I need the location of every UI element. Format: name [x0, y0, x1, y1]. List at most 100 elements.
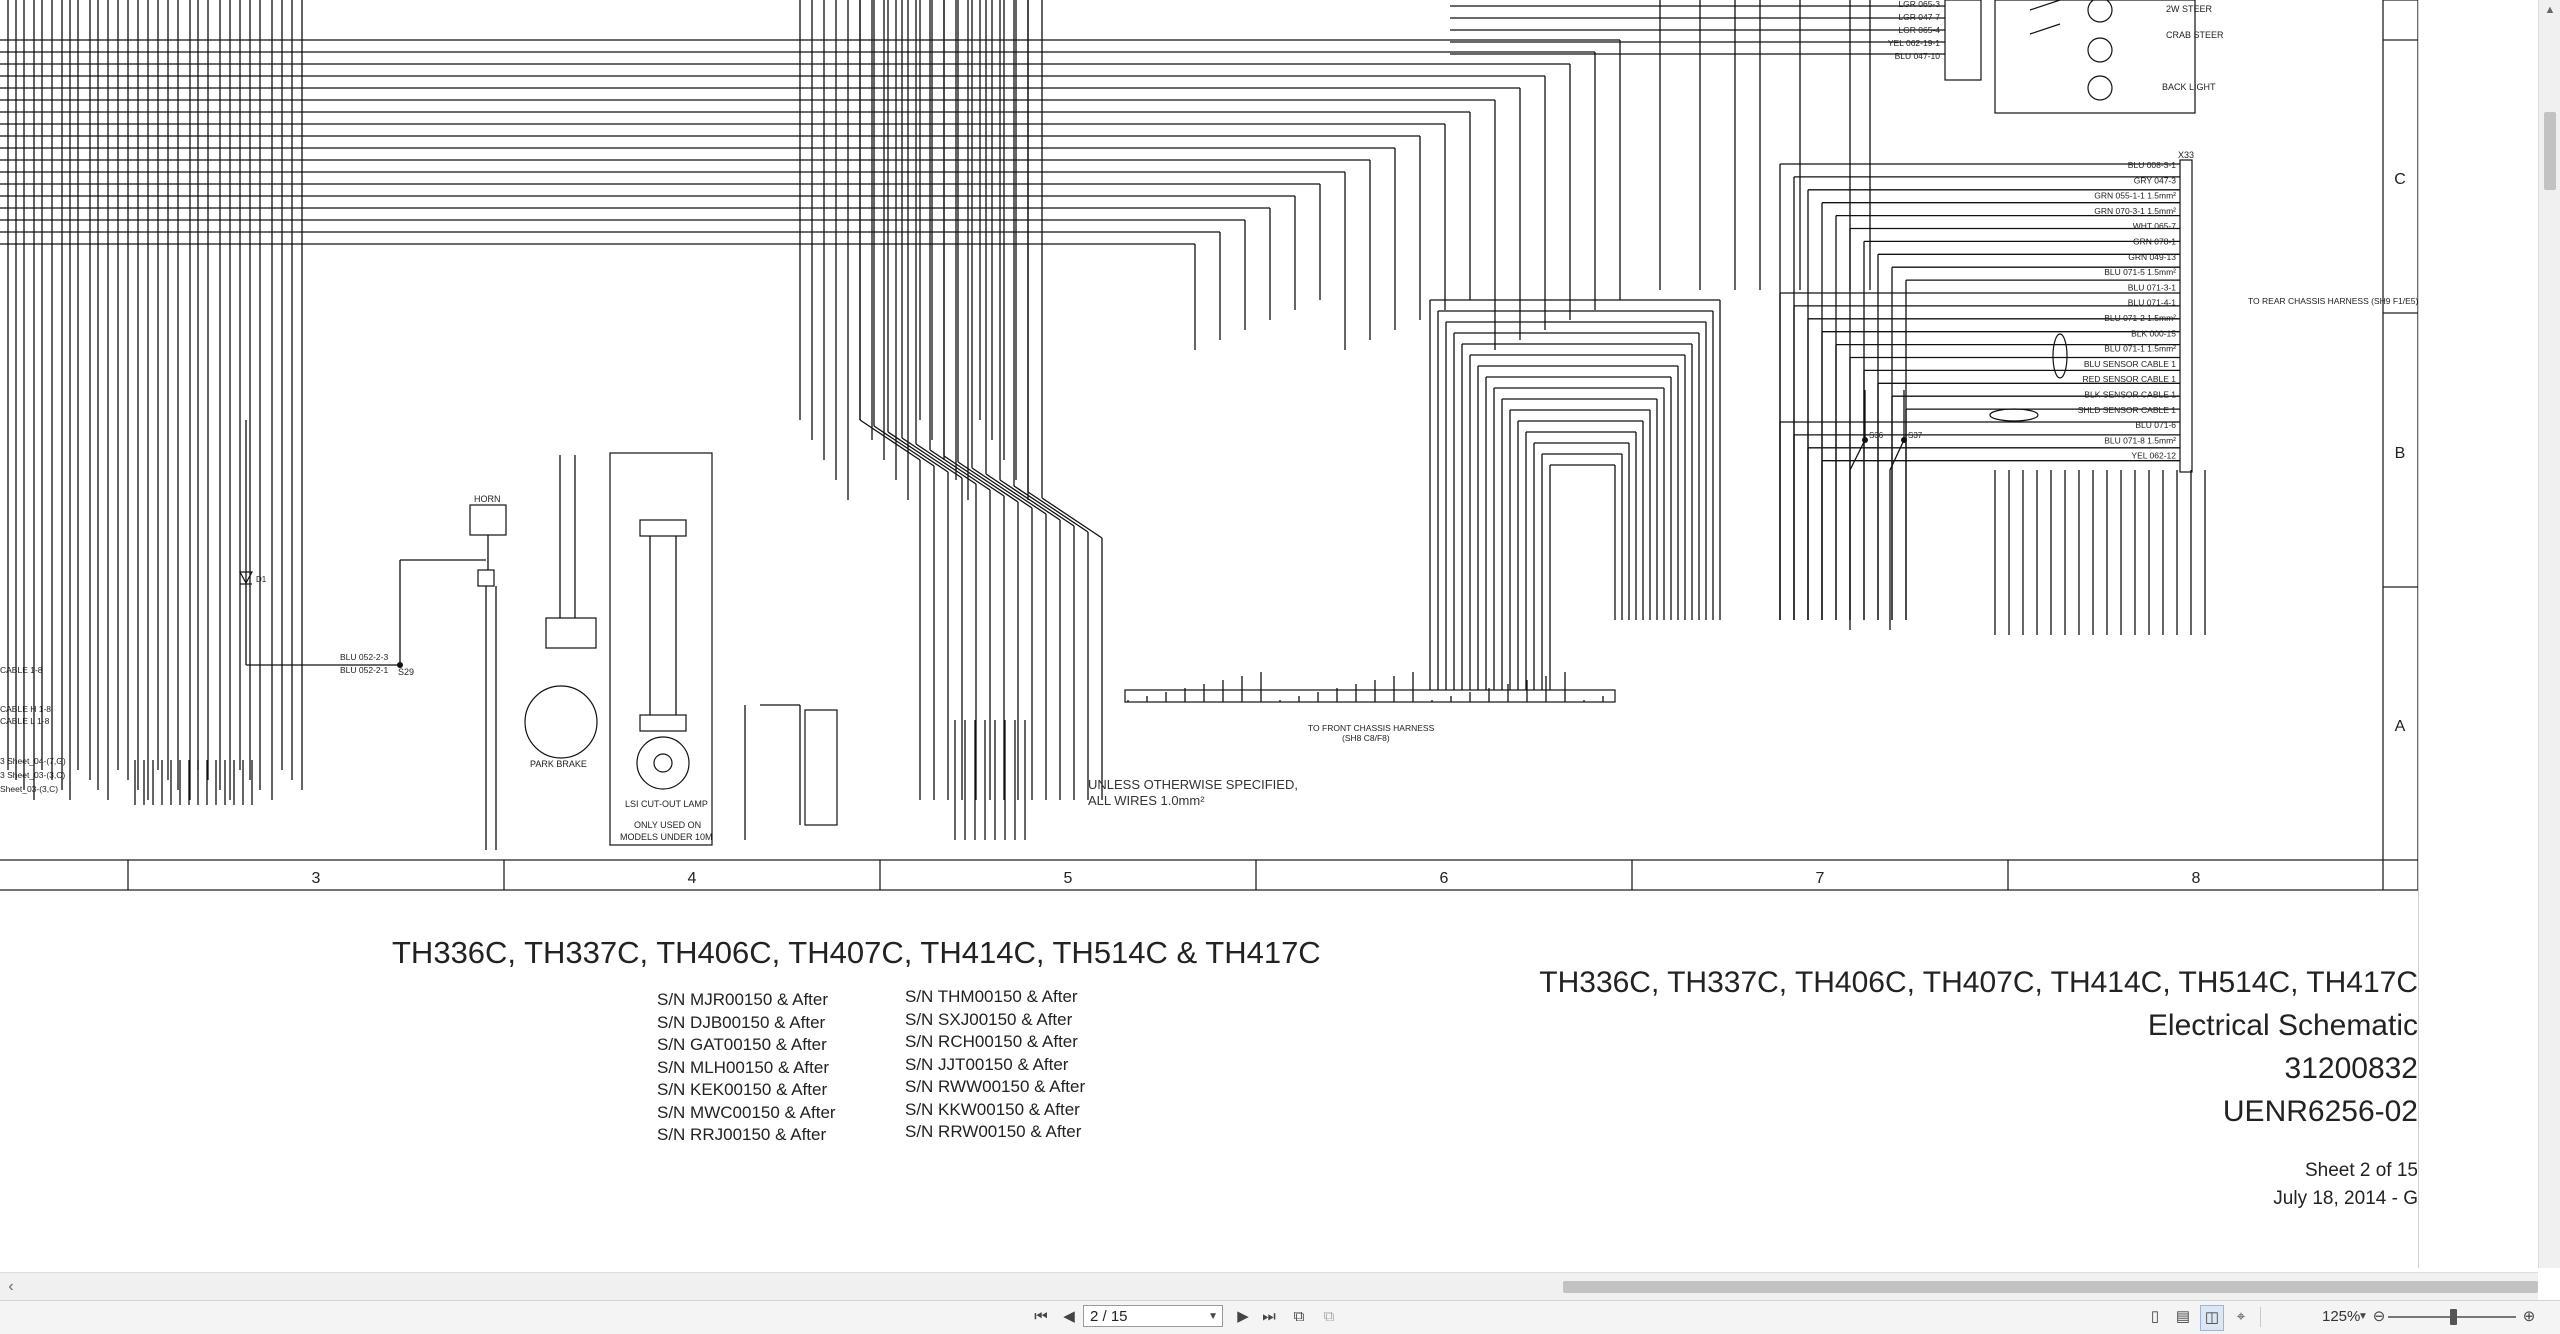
- serial-item: S/N GAT00150 & After: [657, 1035, 827, 1054]
- serial-item: S/N JJT00150 & After: [905, 1054, 1069, 1074]
- wire: [929, 449, 991, 491]
- row-letter: A: [2395, 718, 2406, 735]
- scroll-up-arrow-icon[interactable]: ▲: [2539, 0, 2560, 20]
- serial-item: S/N MLH00150 & After: [657, 1057, 829, 1077]
- schematic-drawing: 3 4 5 6 7 8 C B A 2W STEER CRAB STEER BA…: [0, 0, 2418, 891]
- viewer-toolbar: ⏮ ◀ 2 / 15 ▼ ▶ ⏭ ⧉ ⧉ ▯ ▤ ◫ ⌖ 125% ▼ ⊖ ⊕: [0, 1300, 2560, 1334]
- sheet-ref: 3 Sheet_04-(7,G): [0, 756, 66, 766]
- wire: [901, 437, 963, 479]
- title-block-right: TH336C, TH337C, TH406C, TH407C, TH414C, …: [1418, 961, 2418, 1213]
- label-crab-steer: CRAB STEER: [2166, 30, 2224, 40]
- wire-label: BLU 052-2-1: [340, 665, 388, 675]
- x33-wire-label: WHT 065-7: [2133, 221, 2177, 231]
- document-number: UENR6256-02: [2222, 1095, 2418, 1128]
- models-title-right: TH336C, TH337C, TH406C, TH407C, TH414C, …: [1539, 966, 2418, 999]
- sheet-ref: Sheet_03-(3,C): [0, 784, 58, 794]
- document-view[interactable]: 3 4 5 6 7 8 C B A 2W STEER CRAB STEER BA…: [0, 0, 2538, 1268]
- serial-item: S/N RRW00150 & After: [905, 1122, 1082, 1141]
- horizontal-scrollbar[interactable]: ‹: [0, 1272, 2538, 1301]
- x33-wire-label: GRN 055-1-1 1.5mm²: [2094, 191, 2176, 201]
- x33-wire-label: GRY 047-3: [2134, 175, 2176, 185]
- x33-wire-label: BLU SENSOR CABLE 1: [2084, 359, 2176, 369]
- two-page-view-icon[interactable]: ◫: [2200, 1305, 2224, 1331]
- top-wire-label: BLU 047-10: [1895, 51, 1941, 61]
- vertical-scrollbar[interactable]: ▲: [2538, 0, 2560, 1268]
- continuous-view-icon[interactable]: ▤: [2172, 1305, 2194, 1329]
- column-number: 6: [1440, 870, 1449, 887]
- last-page-icon[interactable]: ⏭: [1258, 1305, 1280, 1329]
- horizontal-scroll-thumb[interactable]: [1563, 1281, 2538, 1293]
- x33-wire-label: GRN 078-1: [2133, 237, 2176, 247]
- wire: [971, 467, 1033, 509]
- copy-page-icon[interactable]: ⧉: [1318, 1305, 1340, 1329]
- serial-item: S/N MJR00150 & After: [657, 990, 829, 1009]
- single-page-view-icon[interactable]: ▯: [2144, 1305, 2166, 1329]
- sheet-ref: CABLE L 1-8: [0, 716, 50, 726]
- wire: [887, 431, 949, 473]
- wire-size-note: UNLESS OTHERWISE SPECIFIED,: [1088, 777, 1298, 792]
- column-number: 4: [688, 870, 697, 887]
- x33-wire-label: BLU 008-3-1: [2128, 160, 2176, 170]
- wire: [873, 425, 935, 467]
- label-2w-steer: 2W STEER: [2166, 4, 2213, 14]
- wire: [1013, 485, 1075, 527]
- column-number: 8: [2192, 870, 2201, 887]
- zoom-out-icon[interactable]: ⊖: [2368, 1305, 2390, 1329]
- serial-item: S/N SXJ00150 & After: [905, 1009, 1073, 1029]
- rear-harness-label: TO REAR CHASSIS HARNESS (SH9 F1/E5): [2248, 296, 2418, 306]
- zoom-slider-handle[interactable]: [2450, 1309, 2457, 1325]
- document-type: Electrical Schematic: [2147, 1009, 2418, 1042]
- x33-wire-label: YEL 062-12: [2131, 451, 2176, 461]
- label-park-brake: PARK BRAKE: [530, 759, 587, 769]
- label-only-used: ONLY USED ON: [634, 820, 701, 830]
- row-letter: C: [2394, 171, 2406, 188]
- wire: [999, 479, 1061, 521]
- splice-s29: S29: [398, 667, 414, 677]
- duplicate-page-icon[interactable]: ⧉: [1288, 1305, 1310, 1329]
- part-number: 31200832: [2284, 1052, 2418, 1085]
- vertical-scroll-thumb[interactable]: [2544, 112, 2556, 190]
- x33-wire-label: BLU 071-5 1.5mm²: [2104, 267, 2176, 277]
- zoom-in-icon[interactable]: ⊕: [2518, 1305, 2540, 1329]
- label-horn: HORN: [474, 494, 501, 504]
- previous-page-icon[interactable]: ◀: [1058, 1305, 1080, 1329]
- row-letter: B: [2395, 445, 2406, 462]
- wire: [943, 455, 1005, 497]
- x33-wire-label: BLU 071-3-1: [2128, 282, 2176, 292]
- top-wire-label: LGR 065-4: [1898, 25, 1940, 35]
- x33-wire-label: SHLD SENSOR CABLE 1: [2078, 405, 2177, 415]
- serial-item: S/N RCH00150 & After: [905, 1032, 1078, 1051]
- x33-wire-label: BLU 071-1 1.5mm²: [2104, 344, 2176, 354]
- first-page-icon[interactable]: ⏮: [1030, 1305, 1052, 1329]
- page-number-input[interactable]: 2 / 15 ▼: [1083, 1305, 1223, 1327]
- top-wire-label: LGR 047-7: [1898, 12, 1940, 22]
- wire-size-note: ALL WIRES 1.0mm²: [1088, 793, 1205, 808]
- x33-wire-label: BLU 071-2 1.5mm²: [2104, 313, 2176, 323]
- x33-wire-label: BLU 071-6: [2135, 420, 2176, 430]
- serial-item: S/N THM00150 & After: [905, 987, 1078, 1006]
- label-front-harness-ref: (SH8 C8/F8): [1342, 733, 1390, 743]
- label-front-harness: TO FRONT CHASSIS HARNESS: [1308, 723, 1435, 733]
- next-page-icon[interactable]: ▶: [1232, 1305, 1254, 1329]
- serial-item: S/N RRJ00150 & After: [657, 1125, 827, 1144]
- splice-s36: S36: [1869, 431, 1884, 440]
- top-wire-label: YEL 062-19-1: [1888, 38, 1940, 48]
- serial-item: S/N KEK00150 & After: [657, 1080, 828, 1099]
- document-page: 3 4 5 6 7 8 C B A 2W STEER CRAB STEER BA…: [0, 0, 2418, 1268]
- models-title-left: TH336C, TH337C, TH406C, TH407C, TH414C, …: [392, 935, 1321, 970]
- splice-s37: S37: [1908, 431, 1923, 440]
- page-indicator: 2 / 15: [1090, 1308, 1128, 1325]
- column-number: 5: [1064, 870, 1073, 887]
- wire: [1849, 439, 1866, 471]
- sheet-ref: CABLE H 1-8: [0, 704, 51, 714]
- serial-item: S/N KKW00150 & After: [905, 1099, 1080, 1119]
- x33-wire-label: BLK 000-15: [2131, 328, 2176, 338]
- serial-list-1: S/N MJR00150 & After S/N DJB00150 & Afte…: [657, 989, 836, 1147]
- wire: [859, 419, 921, 461]
- chevron-down-icon[interactable]: ▼: [1208, 1306, 1218, 1328]
- scroll-left-arrow-icon[interactable]: ‹: [0, 1273, 22, 1301]
- toolbar-separator: [2260, 1307, 2261, 1327]
- top-wire-label: LGR 065-3: [1898, 0, 1940, 9]
- page-margin: [2418, 0, 2538, 1268]
- two-page-continuous-icon[interactable]: ⌖: [2230, 1305, 2252, 1329]
